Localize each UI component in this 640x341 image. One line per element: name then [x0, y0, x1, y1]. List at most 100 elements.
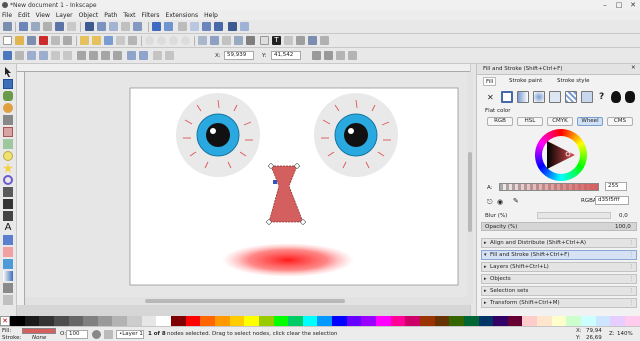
mesh-gradient-icon[interactable]: [549, 91, 561, 103]
palette-swatch[interactable]: [566, 316, 581, 326]
paste-icon[interactable]: [128, 36, 137, 45]
document-properties-icon[interactable]: [320, 36, 329, 45]
xml-editor-icon[interactable]: [284, 36, 293, 45]
pen-tool-icon[interactable]: [3, 199, 13, 209]
close-button[interactable]: ✕: [626, 0, 640, 10]
palette-swatch[interactable]: [24, 316, 40, 326]
stroke-indicator-value[interactable]: None: [32, 335, 46, 341]
panel-fill-stroke[interactable]: ▾ Fill and Stroke (Shift+Ctrl+F) ⋮: [481, 250, 637, 260]
toggle-a-icon[interactable]: [152, 22, 161, 31]
undo-icon[interactable]: [80, 36, 89, 45]
palette-swatch[interactable]: [507, 316, 523, 326]
color-managed-icon[interactable]: ⎋: [487, 198, 493, 207]
linear-gradient-icon[interactable]: [517, 91, 529, 103]
palette-swatch[interactable]: [214, 316, 230, 326]
text-font-icon[interactable]: T: [272, 36, 281, 45]
palette-swatch[interactable]: [537, 316, 552, 326]
palette-swatch[interactable]: [361, 316, 377, 326]
show-handles-icon[interactable]: [312, 51, 321, 60]
3d-box-tool-icon[interactable]: [3, 139, 13, 149]
palette-swatch[interactable]: [346, 316, 362, 326]
align-icon[interactable]: [296, 36, 305, 45]
blur-value[interactable]: 0,0: [619, 213, 628, 219]
mesh-tool-icon[interactable]: [3, 283, 13, 293]
toggle-h-icon[interactable]: [240, 22, 249, 31]
toggle-c-icon[interactable]: [178, 22, 187, 31]
layer-selector[interactable]: •Layer 1: [116, 330, 144, 339]
horizontal-scrollbar[interactable]: [25, 297, 467, 305]
palette-swatch[interactable]: [171, 316, 186, 326]
pattern-icon[interactable]: [565, 91, 577, 103]
spiral-tool-icon[interactable]: [3, 175, 13, 185]
tweak-icon[interactable]: [31, 22, 40, 31]
tab-stroke-paint[interactable]: Stroke paint: [507, 77, 544, 86]
line-segment-icon[interactable]: [127, 51, 136, 60]
palette-swatch[interactable]: [551, 316, 567, 326]
opacity-indicator-field[interactable]: 100: [66, 330, 88, 339]
unset-paint-icon[interactable]: ?: [599, 92, 604, 102]
tweak-tool-icon[interactable]: [3, 91, 13, 101]
join-segment-icon[interactable]: [51, 51, 60, 60]
palette-swatch[interactable]: [229, 316, 245, 326]
cms-mode-button[interactable]: CMS: [607, 117, 633, 126]
cmyk-mode-button[interactable]: CMYK: [547, 117, 573, 126]
horizontal-scroll-thumb[interactable]: [145, 299, 345, 303]
toggle-d-icon[interactable]: [190, 22, 199, 31]
palette-swatch[interactable]: [288, 316, 303, 326]
palette-swatch[interactable]: [273, 316, 289, 326]
selector-tool-icon[interactable]: [5, 67, 11, 77]
swatch-icon[interactable]: [581, 91, 593, 103]
dropper-tool-icon[interactable]: [3, 295, 13, 305]
hsl-mode-button[interactable]: HSL: [517, 117, 543, 126]
zoom-value[interactable]: 140%: [617, 331, 633, 337]
no-paint-icon[interactable]: ✕: [487, 93, 494, 102]
alpha-slider[interactable]: [499, 183, 599, 191]
rectangle-tool-icon[interactable]: [3, 127, 13, 137]
palette-swatch[interactable]: [434, 316, 450, 326]
layer-visibility-icon[interactable]: [92, 330, 101, 339]
menu-text[interactable]: Text: [123, 12, 135, 19]
palette-swatch[interactable]: [390, 316, 406, 326]
palette-swatch[interactable]: [493, 316, 508, 326]
palette-swatch[interactable]: [112, 316, 128, 326]
snap-bbox-icon[interactable]: [85, 22, 94, 31]
menu-object[interactable]: Object: [79, 12, 99, 19]
wheel-mode-button[interactable]: Wheel: [577, 117, 603, 126]
measure-tool-icon[interactable]: [3, 115, 13, 125]
node-editor-tool-icon[interactable]: [3, 79, 13, 89]
color-picker-icon[interactable]: ✎: [513, 197, 519, 205]
panel-objects[interactable]: ▸ Objects ⋮: [481, 274, 637, 284]
menu-edit[interactable]: Edit: [18, 12, 30, 19]
symmetric-node-icon[interactable]: [101, 51, 110, 60]
opacity-value[interactable]: 100,0: [615, 224, 631, 230]
palette-swatch[interactable]: [376, 316, 391, 326]
save-icon[interactable]: [27, 36, 36, 45]
delete-segment-icon[interactable]: [63, 51, 72, 60]
gradient-tool-icon[interactable]: [3, 271, 13, 281]
snap-guide-icon[interactable]: [133, 22, 142, 31]
fill-indicator-swatch[interactable]: [22, 328, 56, 334]
palette-swatch[interactable]: [522, 316, 538, 326]
spray-tool-icon[interactable]: [3, 235, 13, 245]
auto-smooth-icon[interactable]: [113, 51, 122, 60]
palette-swatch[interactable]: [258, 316, 274, 326]
vertical-scroll-thumb[interactable]: [468, 152, 472, 232]
palette-swatch[interactable]: [185, 316, 201, 326]
fill-rule-nonzero-icon[interactable]: [625, 91, 635, 103]
star-tool-icon[interactable]: [3, 163, 13, 173]
palette-swatch[interactable]: [478, 316, 494, 326]
show-mask-icon[interactable]: [348, 51, 357, 60]
palette-swatch[interactable]: [156, 316, 172, 326]
palette-swatch[interactable]: [141, 316, 157, 326]
select-tool-icon[interactable]: [3, 22, 12, 31]
new-document-icon[interactable]: [3, 36, 12, 45]
menu-filters[interactable]: Filters: [142, 12, 160, 19]
curve-segment-icon[interactable]: [139, 51, 148, 60]
palette-swatch[interactable]: [449, 316, 464, 326]
export-icon[interactable]: [63, 36, 72, 45]
break-path-icon[interactable]: [39, 51, 48, 60]
redo-icon[interactable]: [92, 36, 101, 45]
palette-swatch[interactable]: [610, 316, 625, 326]
radial-gradient-icon[interactable]: [533, 91, 545, 103]
blur-slider[interactable]: [537, 212, 611, 219]
